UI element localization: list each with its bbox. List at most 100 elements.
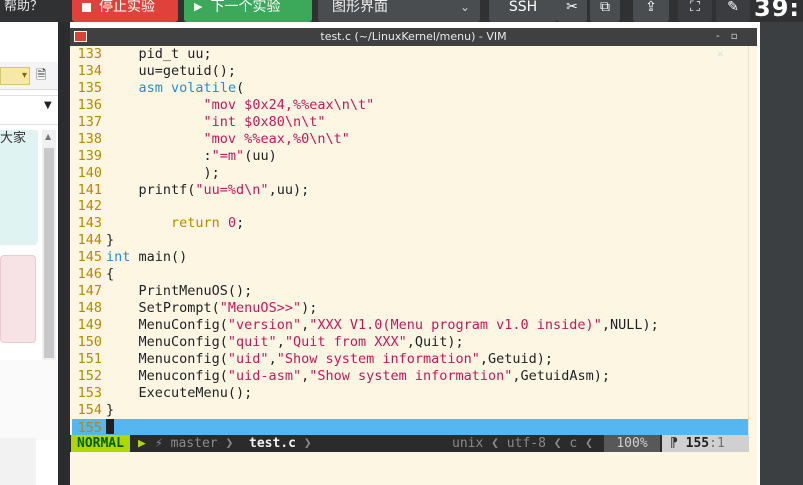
code-line[interactable]: 154} <box>72 402 748 419</box>
file-encoding: utf-8 <box>506 436 546 451</box>
line-number-icon: ⁋ <box>670 436 678 451</box>
file-name: test.c ❯ <box>249 435 312 452</box>
upload-button[interactable]: ⇪ <box>633 0 669 22</box>
code-line[interactable]: 151 Menuconfig("uid","Show system inform… <box>72 351 748 368</box>
scissors-button[interactable]: ✂ <box>557 0 587 22</box>
line-number: 134 <box>77 62 102 79</box>
next-experiment-button[interactable]: ▶ 下一个实验 <box>184 0 312 22</box>
background-scrollbar-thumb[interactable] <box>44 148 54 358</box>
code-text: int main() <box>106 249 188 266</box>
code-editor[interactable]: 133 pid_t uu; 134 uu=getuid(); 135 asm vol… <box>72 46 748 436</box>
stop-icon <box>82 2 91 12</box>
vim-title-bar[interactable]: test.c (~/LinuxKernel/menu) - VIM <box>70 28 757 46</box>
screen-switch-button[interactable]: ⧉ <box>590 0 620 22</box>
code-line[interactable]: 148 SetPrompt("MenuOS>>"); <box>72 300 748 317</box>
code-line[interactable]: 147 PrintMenuOS(); <box>72 283 748 300</box>
code-line[interactable]: 155 <box>72 418 748 436</box>
scroll-up-icon[interactable]: ▲ <box>45 132 51 141</box>
line-number: 152 <box>77 367 102 384</box>
code-text: printf("uu=%d\n",uu); <box>106 181 310 198</box>
line-number: 153 <box>77 384 102 401</box>
line-number: 146 <box>77 266 102 283</box>
chevron-down-icon: ⌄ <box>459 0 470 14</box>
code-line[interactable]: 134 uu=getuid(); <box>72 63 748 80</box>
line-number: 137 <box>77 113 102 130</box>
cursor-position: ⁋ 155:1 <box>662 435 749 452</box>
background-cyan-panel <box>0 130 38 245</box>
line-number: 150 <box>77 333 102 350</box>
code-line[interactable]: 142 <box>72 198 748 215</box>
code-text: "int $0x80\n\t" <box>203 113 326 130</box>
code-line[interactable]: 150 MenuConfig("quit","Quit from XXX",Qu… <box>72 334 748 351</box>
code-line[interactable]: 133 pid_t uu; <box>72 46 748 63</box>
file-format: unix <box>452 436 484 451</box>
document-icon[interactable]: 🗎 <box>36 66 50 84</box>
screen-switch-icon: ⧉ <box>600 0 610 15</box>
code-text: Menuconfig("uid","Show system informatio… <box>106 350 554 367</box>
interface-mode-select[interactable]: 图形界面 ⌄ <box>318 0 480 22</box>
code-line[interactable]: 144} <box>72 232 748 249</box>
line-number: 136 <box>77 96 102 113</box>
code-text: PrintMenuOS(); <box>106 283 253 300</box>
code-text: uu=getuid(); <box>106 62 237 79</box>
line-number: 149 <box>77 317 102 333</box>
code-text: Menuconfig("uid-asm","Show system inform… <box>106 367 610 384</box>
file-separator-icon: ❯ <box>303 436 312 451</box>
desktop-background <box>760 22 803 485</box>
edit-button[interactable]: ✎ <box>716 0 750 22</box>
code-text: return 0; <box>171 215 245 232</box>
code-line[interactable]: 153 ExecuteMenu(); <box>72 385 748 402</box>
help-link[interactable]: 帮助？ <box>0 0 66 22</box>
stop-experiment-button[interactable]: 停止实验 <box>72 0 178 22</box>
fullscreen-icon: ⛶ <box>690 0 700 15</box>
code-line[interactable]: 141 printf("uu=%d\n",uu); <box>72 182 748 199</box>
vim-app-icon <box>74 31 87 42</box>
line-number: 143 <box>77 215 102 232</box>
line-number: 140 <box>77 164 102 181</box>
code-line[interactable]: 149 MenuConfig("version","XXX V1.0(Menu … <box>72 317 748 334</box>
code-line[interactable]: 136 "mov $0x24,%%eax\n\t" <box>72 97 748 114</box>
background-partial-text: 大家 <box>0 131 27 146</box>
code-text: ); <box>106 164 220 181</box>
line-number: 138 <box>77 130 102 147</box>
code-text: ExecuteMenu(); <box>106 384 253 401</box>
background-gray-panel <box>0 438 36 485</box>
chevron-left-icon: ❮ <box>553 436 562 451</box>
branch-separator-icon: ❯ <box>225 436 234 451</box>
background-pink-panel <box>0 255 36 343</box>
code-text: SetPrompt("MenuOS>>"); <box>106 300 318 317</box>
code-line[interactable]: 139 :"=m"(uu) <box>72 148 748 165</box>
timer-display: 39: <box>754 0 800 22</box>
window-shadow <box>58 22 70 485</box>
code-line[interactable]: 138 "mov %%eax,%0\n\t" <box>72 131 748 148</box>
code-text: MenuConfig("quit","Quit from XXX",Quit); <box>106 333 464 350</box>
vim-command-line[interactable] <box>70 452 757 485</box>
code-text: } <box>106 401 115 418</box>
code-line[interactable]: 143 return 0; <box>72 215 748 232</box>
line-number: 154 <box>77 401 102 418</box>
code-text: "mov %%eax,%0\n\t" <box>203 130 350 147</box>
line-number: 139 <box>77 147 102 164</box>
line-number: 148 <box>77 300 102 317</box>
mode-separator-icon: ▶ <box>138 436 146 451</box>
file-name-text: test.c <box>249 436 296 451</box>
code-line[interactable]: 152 Menuconfig("uid-asm","Show system in… <box>72 368 748 385</box>
code-text: pid_t uu; <box>106 46 212 62</box>
code-line[interactable]: 135 asm volatile( <box>72 80 748 97</box>
ssh-button[interactable]: SSH <box>489 0 557 22</box>
code-line[interactable]: 146{ <box>72 266 748 283</box>
window-controls[interactable]: - ▫ × <box>716 28 756 60</box>
editor-scrollbar[interactable] <box>748 46 757 436</box>
scissors-icon: ✂ <box>566 0 578 15</box>
mode-indicator: NORMAL <box>71 435 130 452</box>
line-number: 151 <box>77 350 102 367</box>
chevron-left-icon: ❮ <box>585 436 593 451</box>
edit-icon: ✎ <box>727 0 739 15</box>
code-line[interactable]: 140 ); <box>72 165 748 182</box>
fullscreen-button[interactable]: ⛶ <box>678 0 712 22</box>
background-yellow-button[interactable]: ▾ <box>0 67 30 85</box>
code-text: } <box>106 232 115 249</box>
code-line[interactable]: 137 "int $0x80\n\t" <box>72 114 748 131</box>
ssh-label: SSH <box>508 0 538 15</box>
code-line[interactable]: 145 int main() <box>72 249 748 266</box>
